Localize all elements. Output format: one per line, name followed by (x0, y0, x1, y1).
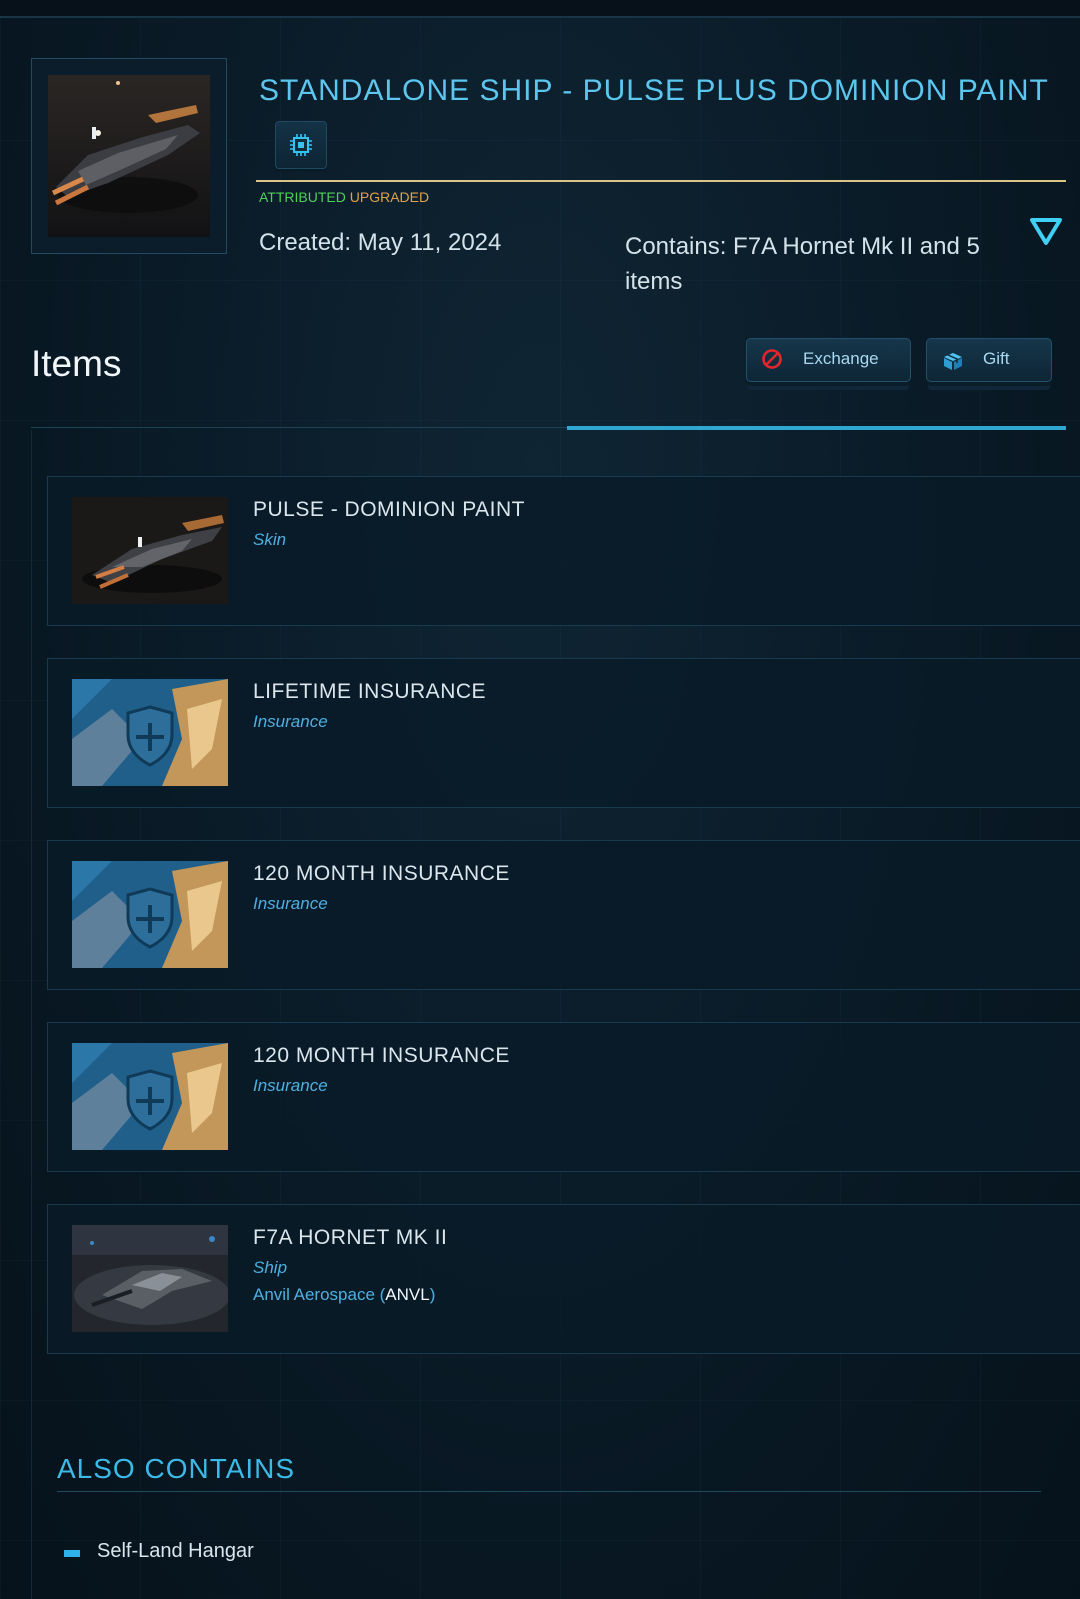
items-divider-accent (567, 426, 1066, 430)
contains-summary: Contains: F7A Hornet Mk II and 5 items (625, 233, 980, 295)
chip-button[interactable] (275, 121, 327, 169)
list-item[interactable]: LIFETIME INSURANCE Insurance (47, 658, 1080, 808)
manufacturer: Anvil Aerospace (ANVL) (253, 1285, 435, 1305)
ship-render-image (48, 75, 210, 237)
item-name: PULSE - DOMINION PAINT (253, 498, 525, 521)
also-contains-heading: ALSO CONTAINS (57, 1453, 296, 1484)
insurance-shield-thumbnail (72, 861, 228, 968)
insurance-shield-thumbnail (72, 679, 228, 786)
item-name: 120 MONTH INSURANCE (253, 1044, 510, 1067)
triangle-down-icon[interactable] (1029, 216, 1063, 246)
also-contains-divider (57, 1491, 1041, 1492)
item-name: LIFETIME INSURANCE (253, 680, 487, 703)
item-kind: Ship (253, 1258, 288, 1277)
prohibited-icon (762, 349, 782, 369)
package-thumbnail[interactable] (31, 58, 227, 254)
exchange-button[interactable]: Exchange (746, 338, 911, 382)
chip-icon (290, 134, 312, 156)
list-item[interactable]: 120 MONTH INSURANCE Insurance (47, 840, 1080, 990)
insurance-shield-thumbnail (72, 1043, 228, 1150)
also-contains-item: Self-Land Hangar (97, 1540, 254, 1562)
list-item[interactable]: F7A HORNET MK II Ship Anvil Aerospace (A… (47, 1204, 1080, 1354)
created-date: Created: May 11, 2024 (259, 229, 502, 256)
item-kind: Insurance (253, 712, 328, 731)
list-item[interactable]: 120 MONTH INSURANCE Insurance (47, 1022, 1080, 1172)
exchange-label: Exchange (803, 349, 879, 368)
items-heading: Items (31, 343, 122, 384)
gift-label: Gift (983, 349, 1010, 368)
gift-button[interactable]: Gift (926, 338, 1052, 382)
package-tags: ATTRIBUTED UPGRADED (259, 189, 429, 205)
panel-edge (31, 430, 32, 1599)
top-bar (0, 0, 1080, 18)
upgraded-tag: UPGRADED (349, 189, 430, 205)
attributed-tag: ATTRIBUTED (259, 189, 346, 205)
list-item[interactable]: PULSE - DOMINION PAINT Skin (47, 476, 1080, 626)
manufacturer-code: ANVL (385, 1285, 430, 1304)
bullet-icon (64, 1550, 80, 1557)
item-name: 120 MONTH INSURANCE (253, 862, 510, 885)
package-title: STANDALONE SHIP - PULSE PLUS DOMINION PA… (259, 74, 1049, 107)
manufacturer-suffix: ) (429, 1285, 436, 1304)
hangar-ship-thumbnail (72, 1225, 228, 1332)
item-kind: Skin (253, 530, 287, 549)
ship-render-thumbnail (72, 497, 228, 604)
item-kind: Insurance (253, 1076, 328, 1095)
title-divider (256, 180, 1066, 182)
item-name: F7A HORNET MK II (253, 1226, 448, 1249)
manufacturer-name: Anvil Aerospace ( (253, 1285, 386, 1304)
item-kind: Insurance (253, 894, 328, 913)
gift-icon (944, 353, 962, 370)
